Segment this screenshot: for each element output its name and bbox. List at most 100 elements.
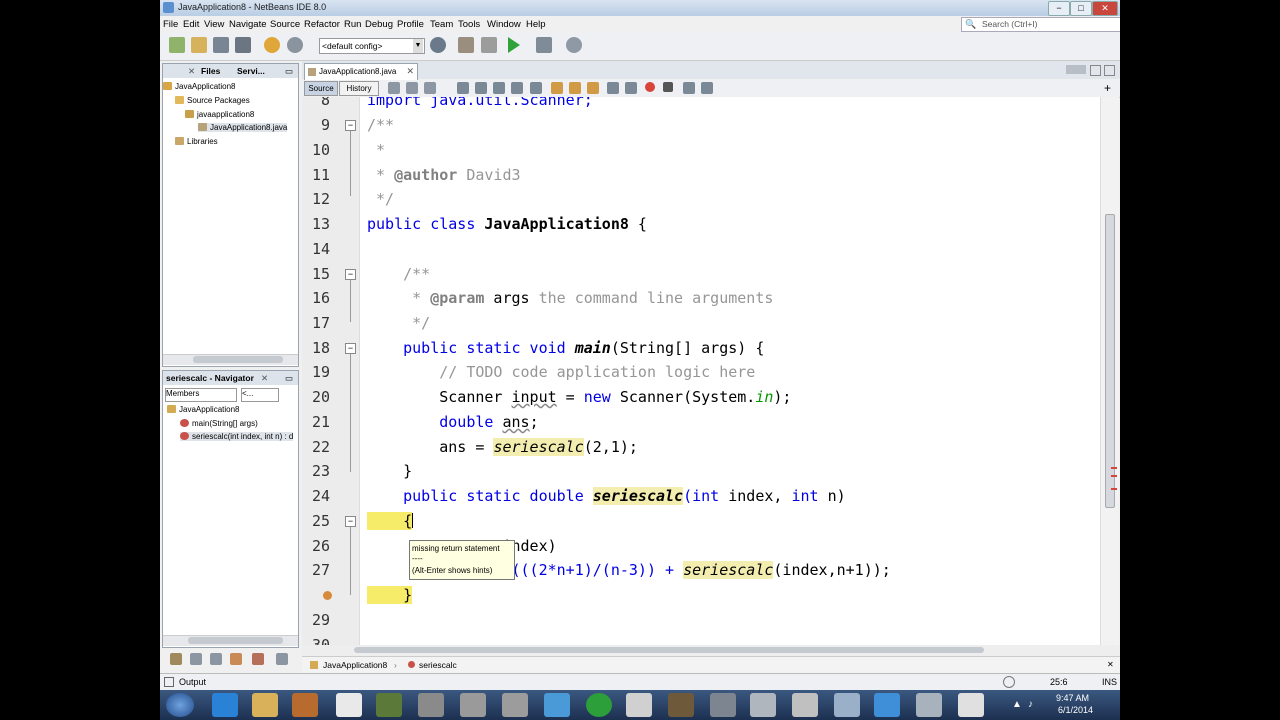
nav-item-main[interactable]: main(String[] args) xyxy=(180,419,258,428)
error-stripe-marker[interactable] xyxy=(1111,475,1117,477)
close-breadcrumbs-icon[interactable]: ✕ xyxy=(1107,660,1114,669)
tab-files[interactable]: Files xyxy=(201,66,220,76)
find-prev-icon[interactable] xyxy=(475,82,487,94)
minimize-panel-icon[interactable]: ▭ xyxy=(285,66,293,77)
select-icon[interactable] xyxy=(530,82,542,94)
new-file-icon[interactable] xyxy=(191,37,207,53)
scanner-icon[interactable] xyxy=(750,693,776,717)
build-icon[interactable] xyxy=(481,37,497,53)
fold-toggle[interactable]: − xyxy=(345,120,356,131)
undo-icon[interactable] xyxy=(264,37,280,53)
tree-item-java-file[interactable]: JavaApplication8.java xyxy=(198,123,288,132)
scroll-thumb[interactable] xyxy=(193,356,283,363)
minimize-panel-icon[interactable]: ▭ xyxy=(285,373,293,384)
forward-icon[interactable] xyxy=(424,82,436,94)
breadcrumb-class[interactable]: JavaApplication8 xyxy=(323,660,387,670)
projects-hscroll[interactable] xyxy=(163,354,298,365)
menu-team[interactable]: Team xyxy=(430,19,453,30)
menu-edit[interactable]: Edit xyxy=(183,19,199,30)
members-filter-select[interactable]: Members xyxy=(165,388,237,402)
new-project-icon[interactable] xyxy=(169,37,185,53)
menu-refactor[interactable]: Refactor xyxy=(304,19,340,30)
last-edit-icon[interactable] xyxy=(388,82,400,94)
uncomment-icon[interactable] xyxy=(701,82,713,94)
scroll-tabs-icon[interactable] xyxy=(1066,65,1086,74)
menu-view[interactable]: View xyxy=(204,19,224,30)
shift-left-icon[interactable] xyxy=(607,82,619,94)
phone-icon[interactable] xyxy=(502,693,528,717)
next-bookmark-icon[interactable] xyxy=(569,82,581,94)
tool-icon[interactable] xyxy=(668,693,694,717)
nav-item-seriescalc[interactable]: seriescalc(int index, int n) : d xyxy=(180,432,294,441)
ie-icon[interactable] xyxy=(212,693,238,717)
close-icon[interactable]: ✕ xyxy=(188,66,195,77)
history-button[interactable]: History xyxy=(339,81,379,96)
netbeans-icon[interactable] xyxy=(834,693,860,717)
window-icon[interactable] xyxy=(626,693,652,717)
tab-services[interactable]: Servi... xyxy=(237,66,265,76)
app-icon[interactable] xyxy=(376,693,402,717)
browser-icon[interactable] xyxy=(874,693,900,717)
debug-icon[interactable] xyxy=(536,37,552,53)
comment-icon[interactable] xyxy=(683,82,695,94)
toggle-bookmark-icon[interactable] xyxy=(587,82,599,94)
shift-right-icon[interactable] xyxy=(625,82,637,94)
find-icon[interactable] xyxy=(457,82,469,94)
filter-icon[interactable] xyxy=(170,653,182,665)
menu-help[interactable]: Help xyxy=(526,19,546,30)
fields-icon[interactable] xyxy=(190,653,202,665)
maximize-window-icon[interactable] xyxy=(1104,65,1115,76)
tree-item-package[interactable]: javaapplication8 xyxy=(185,110,254,119)
menu-file[interactable]: File xyxy=(163,19,178,30)
media-icon[interactable] xyxy=(292,693,318,717)
save-all-icon[interactable] xyxy=(235,37,251,53)
tree-item-libraries[interactable]: Libraries xyxy=(175,137,218,146)
order-filter-select[interactable]: <... xyxy=(241,388,279,402)
fold-toggle[interactable]: − xyxy=(345,343,356,354)
find-next-icon[interactable] xyxy=(493,82,505,94)
nonpublic-icon[interactable] xyxy=(252,653,264,665)
device-icon[interactable] xyxy=(460,693,486,717)
config-select[interactable]: <default config> ▼ xyxy=(319,38,425,54)
back-icon[interactable] xyxy=(406,82,418,94)
tree-item-source-packages[interactable]: Source Packages xyxy=(175,96,250,105)
menu-run[interactable]: Run xyxy=(344,19,361,30)
maximize-button[interactable]: □ xyxy=(1070,1,1092,16)
open-project-icon[interactable] xyxy=(213,37,229,53)
close-icon[interactable]: ✕ xyxy=(261,373,268,384)
static-icon[interactable] xyxy=(210,653,222,665)
volume-icon[interactable]: ♪ xyxy=(1028,699,1033,710)
error-stripe-marker[interactable] xyxy=(1111,488,1117,490)
search-input[interactable]: 🔍 Search (Ctrl+I) xyxy=(961,17,1120,32)
close-tab-icon[interactable]: ✕ xyxy=(406,66,414,77)
settings-icon[interactable] xyxy=(276,653,288,665)
start-button[interactable] xyxy=(166,693,194,717)
chrome-icon[interactable] xyxy=(586,693,612,717)
scroll-thumb[interactable] xyxy=(188,637,283,644)
prev-bookmark-icon[interactable] xyxy=(551,82,563,94)
navigator-hscroll[interactable] xyxy=(163,635,298,646)
nav-item-class[interactable]: JavaApplication8 xyxy=(167,405,239,414)
menu-debug[interactable]: Debug xyxy=(365,19,393,30)
error-stripe-marker[interactable] xyxy=(1111,467,1117,469)
editor-tab-javaapplication8[interactable]: JavaApplication8.java ✕ xyxy=(304,63,418,80)
pen-tool-icon[interactable] xyxy=(958,693,984,717)
error-hint-icon[interactable] xyxy=(323,591,332,600)
editor-hscroll[interactable] xyxy=(302,645,1120,656)
editor-icon[interactable] xyxy=(916,693,942,717)
explorer-icon[interactable] xyxy=(252,693,278,717)
menu-profile[interactable]: Profile xyxy=(397,19,424,30)
fold-toggle[interactable]: − xyxy=(345,516,356,527)
clean-build-icon[interactable] xyxy=(458,37,474,53)
scroll-thumb[interactable] xyxy=(354,647,984,653)
menu-tools[interactable]: Tools xyxy=(458,19,480,30)
inherited-icon[interactable] xyxy=(230,653,242,665)
tree-item-project[interactable]: JavaApplication8 xyxy=(163,82,235,91)
breadcrumb-method[interactable]: seriescalc xyxy=(419,660,457,670)
source-button[interactable]: Source xyxy=(304,81,338,96)
taskbar-app-icon[interactable] xyxy=(544,693,570,717)
profile-icon[interactable] xyxy=(566,37,582,53)
tray-arrow-icon[interactable]: ▲ xyxy=(1012,699,1022,710)
redo-icon[interactable] xyxy=(287,37,303,53)
stop-macro-icon[interactable] xyxy=(663,82,673,92)
